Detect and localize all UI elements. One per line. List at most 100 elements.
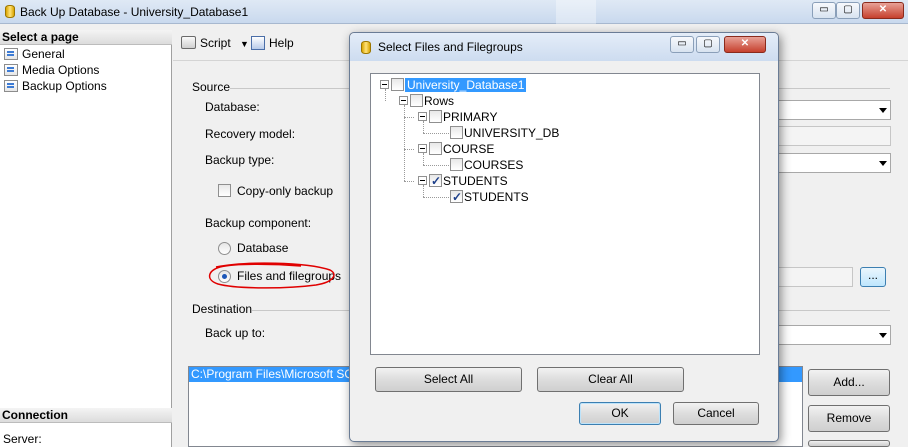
select-all-button[interactable]: Select All: [375, 367, 522, 392]
chevron-down-icon: [879, 333, 887, 338]
tree-node-label: STUDENTS: [443, 174, 508, 188]
backup-to-combo[interactable]: [760, 325, 891, 345]
tree-checkbox[interactable]: [410, 94, 423, 107]
tree-checkbox[interactable]: [429, 142, 442, 155]
server-label: Server:: [3, 432, 42, 446]
tree-checkbox[interactable]: [450, 158, 463, 171]
copy-only-checkbox[interactable]: [218, 184, 231, 197]
dialog-title: Select Files and Filegroups: [378, 40, 523, 54]
tree-node-students-file[interactable]: STUDENTS: [450, 189, 529, 205]
page-item-media-options[interactable]: Media Options: [4, 62, 99, 78]
minimize-button[interactable]: ▭: [812, 2, 836, 19]
maximize-icon: ▢: [703, 38, 713, 49]
dialog-minimize-button[interactable]: ▭: [670, 36, 694, 53]
files-browse-button[interactable]: ...: [860, 267, 886, 287]
maximize-icon: ▢: [843, 4, 853, 15]
chevron-down-icon: [879, 108, 887, 113]
tree-checkbox[interactable]: [429, 173, 442, 189]
select-page-header: Select a page: [0, 30, 172, 45]
tree-node-students-group[interactable]: STUDENTS: [418, 173, 508, 189]
script-button[interactable]: Script ▼: [181, 36, 249, 50]
chevron-down-icon: [879, 161, 887, 166]
tree-node-label: PRIMARY: [443, 110, 498, 124]
title-bar-glare: [556, 0, 596, 24]
tree-node-rows[interactable]: Rows: [399, 93, 454, 109]
minimize-icon: ▭: [819, 4, 829, 15]
tree-node-label: COURSES: [464, 158, 524, 172]
database-icon: [5, 5, 15, 18]
collapse-icon[interactable]: [399, 96, 408, 105]
page-icon: [4, 64, 18, 76]
window-title-bar: Back Up Database - University_Database1 …: [0, 0, 908, 24]
collapse-icon[interactable]: [418, 144, 427, 153]
close-icon: ✕: [878, 4, 888, 15]
window-title: Back Up Database - University_Database1: [20, 5, 249, 19]
annotation-circle: [208, 262, 335, 289]
add-button[interactable]: Add...: [808, 369, 890, 396]
source-group-label: Source: [192, 80, 231, 94]
remove-button[interactable]: Remove: [808, 405, 890, 432]
filegroup-tree[interactable]: University_Database1 Rows PRIMARY UNIVER…: [370, 73, 760, 355]
select-files-dialog: Select Files and Filegroups ▭ ▢ ✕ Univer…: [349, 32, 779, 442]
tree-line: [423, 165, 449, 166]
page-icon: [4, 80, 18, 92]
connection-header: Connection: [0, 408, 172, 423]
page-item-backup-options[interactable]: Backup Options: [4, 78, 107, 94]
backup-type-label: Backup type:: [205, 153, 275, 167]
backup-component-label: Backup component:: [205, 216, 312, 230]
page-item-label: General: [22, 47, 65, 61]
page-item-label: Media Options: [22, 63, 100, 77]
page-item-label: Backup Options: [22, 79, 107, 93]
tree-line: [423, 197, 449, 198]
page-item-general[interactable]: General: [4, 46, 65, 62]
backup-type-combo[interactable]: [760, 153, 891, 173]
collapse-icon[interactable]: [418, 112, 427, 121]
chevron-down-icon[interactable]: ▼: [240, 39, 249, 49]
tree-node-label: Rows: [424, 94, 455, 108]
database-icon: [361, 41, 371, 54]
tree-checkbox[interactable]: [429, 110, 442, 123]
help-label: Help: [269, 36, 294, 50]
database-radio-label: Database: [237, 241, 289, 255]
tree-line: [404, 149, 414, 150]
tree-node-label: COURSE: [443, 142, 495, 156]
dialog-close-button[interactable]: ✕: [724, 36, 766, 53]
clear-all-button[interactable]: Clear All: [537, 367, 684, 392]
tree-checkbox[interactable]: [450, 189, 463, 205]
recovery-model-label: Recovery model:: [205, 127, 296, 141]
backup-to-label: Back up to:: [205, 326, 266, 340]
tree-checkbox[interactable]: [391, 78, 404, 91]
tree-node-database[interactable]: University_Database1: [380, 77, 527, 93]
collapse-icon[interactable]: [418, 176, 427, 185]
tree-checkbox[interactable]: [450, 126, 463, 139]
dialog-maximize-button[interactable]: ▢: [696, 36, 720, 53]
page-icon: [4, 48, 18, 60]
database-combo[interactable]: [760, 100, 891, 120]
tree-node-label: UNIVERSITY_DB: [464, 126, 560, 140]
minimize-icon: ▭: [677, 38, 687, 49]
cancel-button[interactable]: Cancel: [673, 402, 759, 425]
tree-node-courses[interactable]: COURSES: [450, 157, 523, 173]
ok-button[interactable]: OK: [579, 402, 661, 425]
close-button[interactable]: ✕: [862, 2, 904, 19]
left-pane: Select a page General Media Options Back…: [0, 30, 172, 447]
tree-line: [423, 133, 449, 134]
script-label: Script: [200, 36, 231, 50]
tree-node-course[interactable]: COURSE: [418, 141, 494, 157]
tree-line: [404, 117, 414, 118]
tree-node-label: STUDENTS: [464, 190, 529, 204]
tree-node-primary[interactable]: PRIMARY: [418, 109, 497, 125]
destination-group-label: Destination: [192, 302, 253, 316]
collapse-icon[interactable]: [380, 80, 389, 89]
dialog-title-bar: Select Files and Filegroups ▭ ▢ ✕: [350, 33, 778, 61]
help-button[interactable]: Help: [251, 36, 294, 50]
database-radio[interactable]: [218, 242, 231, 255]
contents-button-partial[interactable]: [808, 440, 890, 447]
tree-line: [404, 181, 414, 182]
tree-node-university-db[interactable]: UNIVERSITY_DB: [450, 125, 559, 141]
copy-only-label: Copy-only backup: [237, 184, 334, 198]
database-label: Database:: [205, 100, 260, 114]
tree-node-label: University_Database1: [405, 78, 527, 92]
recovery-model-field: [760, 126, 891, 146]
maximize-button[interactable]: ▢: [836, 2, 860, 19]
